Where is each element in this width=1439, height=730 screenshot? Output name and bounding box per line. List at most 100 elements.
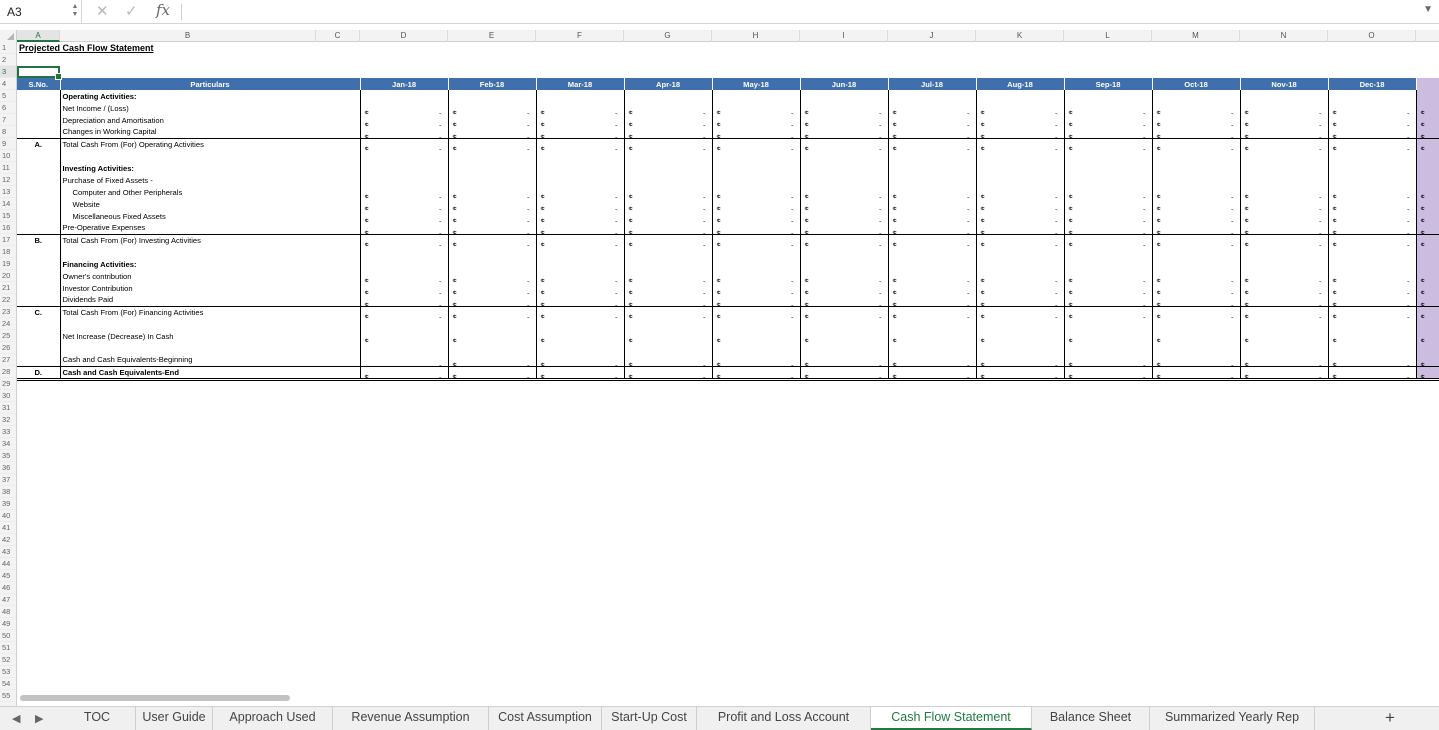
cell[interactable] [448, 427, 536, 439]
overflow-value-cell[interactable] [1416, 318, 1439, 330]
cell[interactable] [536, 54, 624, 66]
cell[interactable] [360, 595, 448, 607]
value-cell[interactable]: $ - [536, 137, 625, 150]
cell[interactable] [1416, 66, 1439, 78]
cell[interactable] [976, 691, 1064, 703]
value-cell[interactable]: $ - [536, 126, 625, 138]
cell[interactable] [536, 475, 624, 487]
cell[interactable] [1152, 679, 1240, 691]
particulars-cell[interactable]: Depreciation and Amortisation [59, 114, 361, 126]
value-cell[interactable] [1328, 162, 1417, 174]
cell[interactable] [888, 607, 976, 619]
value-cell[interactable] [1064, 258, 1153, 270]
cell[interactable] [1328, 595, 1416, 607]
value-cell[interactable]: $ - [360, 233, 449, 246]
cell[interactable] [360, 54, 448, 66]
cell[interactable] [1152, 523, 1240, 535]
cell[interactable] [316, 655, 360, 667]
value-cell[interactable]: $ - [624, 233, 713, 246]
value-cell[interactable]: $ - [1328, 305, 1417, 318]
cell[interactable] [624, 379, 712, 391]
cell[interactable] [536, 559, 624, 571]
sno-cell[interactable] [17, 222, 60, 234]
cell[interactable] [1064, 451, 1152, 463]
value-cell[interactable] [800, 174, 889, 186]
cell[interactable] [17, 403, 60, 415]
cell[interactable] [1152, 595, 1240, 607]
cell[interactable] [800, 571, 888, 583]
cell[interactable] [1416, 595, 1439, 607]
cell[interactable] [60, 655, 316, 667]
sheet-tab[interactable]: Approach Used [213, 707, 333, 730]
value-cell[interactable] [624, 246, 713, 258]
value-cell[interactable]: $ - [1240, 365, 1329, 381]
cell[interactable] [624, 42, 712, 54]
cell[interactable] [1416, 439, 1439, 451]
cell[interactable] [60, 547, 316, 559]
value-cell[interactable]: $ [1328, 330, 1417, 342]
value-cell[interactable] [1328, 342, 1417, 354]
cell[interactable] [316, 595, 360, 607]
cell[interactable] [536, 499, 624, 511]
cell[interactable] [1328, 403, 1416, 415]
cell[interactable] [316, 463, 360, 475]
value-cell[interactable] [888, 318, 977, 330]
cell[interactable] [448, 439, 536, 451]
value-cell[interactable]: $ - [624, 270, 713, 282]
cell[interactable] [60, 523, 316, 535]
cell[interactable] [448, 463, 536, 475]
row-header-46[interactable]: 46 [0, 582, 16, 594]
value-cell[interactable]: $ - [800, 102, 889, 114]
cell[interactable] [1064, 691, 1152, 703]
cell[interactable] [1416, 487, 1439, 499]
row-header-25[interactable]: 25 [0, 330, 16, 342]
cell[interactable] [800, 535, 888, 547]
value-cell[interactable] [624, 258, 713, 270]
overflow-value-cell[interactable] [1416, 150, 1439, 162]
cell[interactable] [448, 523, 536, 535]
cell[interactable] [1240, 655, 1328, 667]
sheet-tab[interactable]: User Guide [136, 707, 213, 730]
value-cell[interactable]: $ - [448, 270, 537, 282]
cell[interactable] [360, 691, 448, 703]
cell[interactable] [976, 535, 1064, 547]
value-cell[interactable]: $ - [888, 222, 977, 234]
cell[interactable] [712, 499, 800, 511]
cell[interactable] [360, 547, 448, 559]
cell[interactable] [800, 679, 888, 691]
value-cell[interactable]: $ - [800, 137, 889, 150]
sno-cell[interactable] [17, 162, 60, 174]
cell[interactable] [1416, 403, 1439, 415]
value-cell[interactable]: $ - [1240, 126, 1329, 138]
cell[interactable] [624, 643, 712, 655]
cell[interactable] [448, 607, 536, 619]
cell[interactable] [712, 619, 800, 631]
value-cell[interactable]: $ - [888, 294, 977, 306]
cell[interactable] [360, 523, 448, 535]
value-cell[interactable]: $ - [448, 365, 537, 381]
value-cell[interactable]: $ [624, 330, 713, 342]
row-header-21[interactable]: 21 [0, 282, 16, 294]
cell[interactable] [888, 439, 976, 451]
value-cell[interactable]: $ - [1328, 270, 1417, 282]
cell[interactable] [888, 499, 976, 511]
value-cell[interactable] [1152, 90, 1241, 102]
value-cell[interactable]: $ - [1064, 222, 1153, 234]
cell[interactable] [1416, 42, 1439, 54]
row-header-23[interactable]: 23 [0, 306, 16, 318]
sheet-tab[interactable]: Cash Flow Statement [871, 707, 1032, 730]
cell[interactable] [448, 487, 536, 499]
value-cell[interactable]: $ - [712, 210, 801, 222]
value-cell[interactable] [360, 258, 449, 270]
cell[interactable] [800, 643, 888, 655]
cell[interactable] [60, 643, 316, 655]
cell[interactable] [888, 475, 976, 487]
value-cell[interactable]: $ - [1152, 102, 1241, 114]
value-cell[interactable] [976, 246, 1065, 258]
cell[interactable] [1328, 475, 1416, 487]
value-cell[interactable]: $ - [1152, 222, 1241, 234]
column-header-k[interactable]: K [976, 30, 1064, 42]
value-cell[interactable] [712, 150, 801, 162]
cell[interactable] [712, 571, 800, 583]
cell[interactable] [1416, 691, 1439, 703]
